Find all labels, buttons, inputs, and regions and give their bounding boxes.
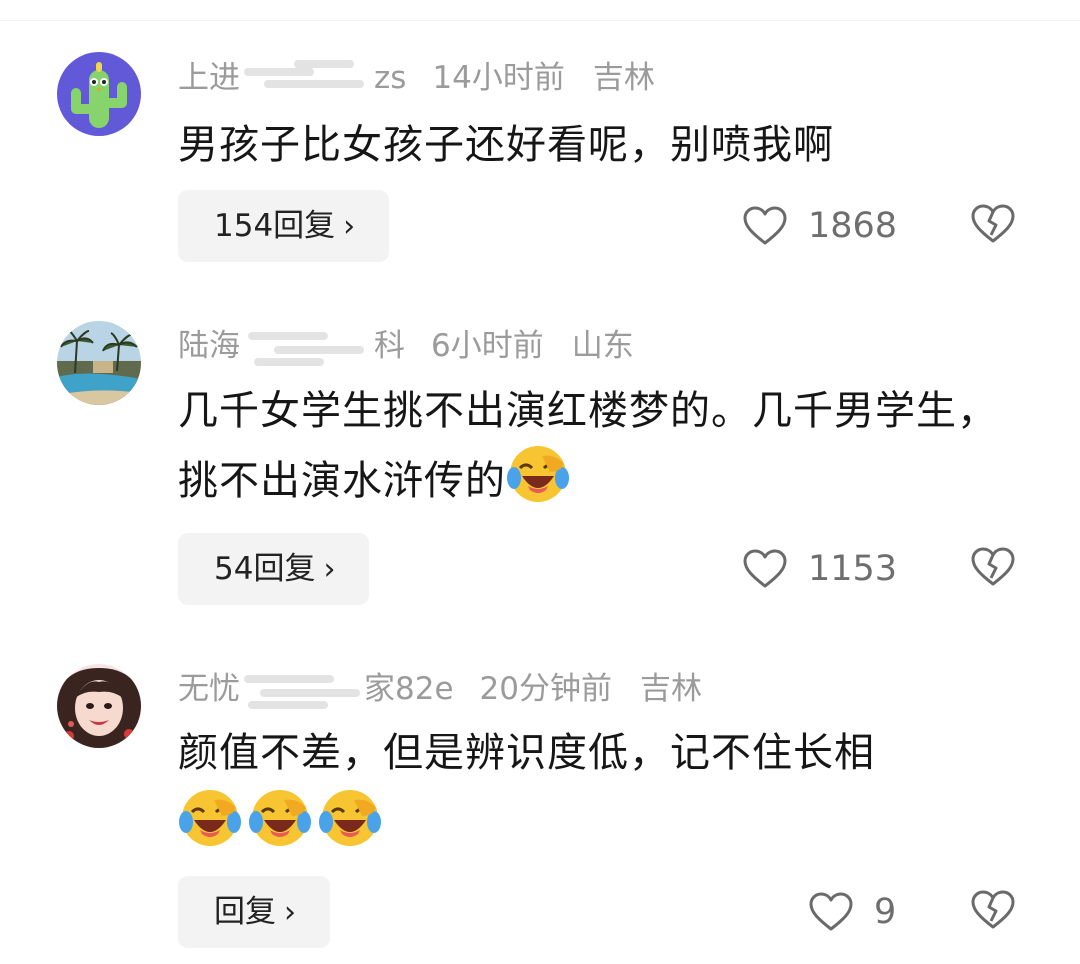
heart-outline-icon [743, 206, 787, 245]
laugh-cry-emoji [249, 790, 311, 846]
comment-time: 20分钟前 [479, 671, 612, 707]
chevron-right-icon: › [343, 209, 356, 244]
username-redaction [244, 54, 374, 102]
username[interactable]: 无忧 [178, 665, 240, 713]
dislike-button[interactable] [970, 533, 1018, 605]
comment-text: 男孩子比女孩子还好看呢，别喷我啊 [178, 122, 834, 168]
comment-location: 山东 [571, 328, 634, 364]
broken-heart-icon [971, 204, 1015, 243]
emoji-row [178, 786, 1008, 850]
comment-text: 颜值不差，但是辨识度低，记不住长相 [178, 722, 1008, 850]
username[interactable]: 上进 [178, 54, 240, 102]
like-button[interactable]: 9 [808, 876, 896, 948]
user-avatar[interactable] [57, 321, 141, 405]
comment-time: 14小时前 [432, 60, 565, 96]
reply-button[interactable]: 回复 › [178, 876, 330, 948]
reply-button[interactable]: 154回复 › [178, 190, 390, 262]
comment-text: 几千女学生挑不出演红楼梦的。几千男学生，挑不出演水浒传的 [178, 380, 1008, 512]
comment-location: 吉林 [639, 671, 702, 707]
comment-text-content: 几千女学生挑不出演红楼梦的。几千男学生，挑不出演水浒传的 [178, 388, 998, 504]
like-button[interactable]: 1153 [742, 533, 897, 605]
dislike-button[interactable] [970, 190, 1018, 262]
chevron-right-icon: › [284, 895, 296, 930]
laugh-cry-emoji [507, 446, 569, 502]
laugh-cry-emoji [319, 790, 381, 846]
dislike-button[interactable] [970, 876, 1018, 948]
heart-outline-icon [743, 549, 787, 588]
broken-heart-icon [971, 890, 1015, 929]
like-count: 1153 [808, 549, 898, 589]
comment-time: 6小时前 [431, 328, 544, 364]
heart-outline-icon [809, 892, 853, 931]
top-divider [0, 20, 1080, 21]
comment-text-content: 颜值不差，但是辨识度低，记不住长相 [178, 730, 875, 776]
reply-label: 回复 [214, 894, 276, 930]
comment-meta: 陆海 科 6小时前 山东 [178, 322, 634, 370]
reply-label: 54回复 [214, 551, 316, 587]
reply-button[interactable]: 54回复 › [178, 533, 370, 605]
chevron-right-icon: › [323, 552, 336, 587]
user-avatar[interactable] [57, 52, 141, 136]
laugh-cry-emoji [179, 790, 241, 846]
like-button[interactable]: 1868 [742, 190, 897, 262]
comment-location: 吉林 [592, 60, 655, 96]
broken-heart-icon [971, 547, 1015, 586]
username-redaction [244, 322, 374, 370]
like-count: 9 [874, 892, 897, 932]
username-redaction [244, 665, 364, 713]
username-tail[interactable]: zs [374, 54, 406, 102]
comment-meta: 无忧 家82e 20分钟前 吉林 [178, 665, 702, 713]
username-tail[interactable]: 科 [374, 322, 405, 370]
username-tail[interactable]: 家82e [364, 665, 454, 713]
like-count: 1868 [808, 206, 898, 246]
user-avatar[interactable] [57, 664, 141, 748]
reply-label: 154回复 [214, 208, 336, 244]
comment-meta: 上进 zs 14小时前 吉林 [178, 54, 655, 102]
username[interactable]: 陆海 [178, 322, 240, 370]
